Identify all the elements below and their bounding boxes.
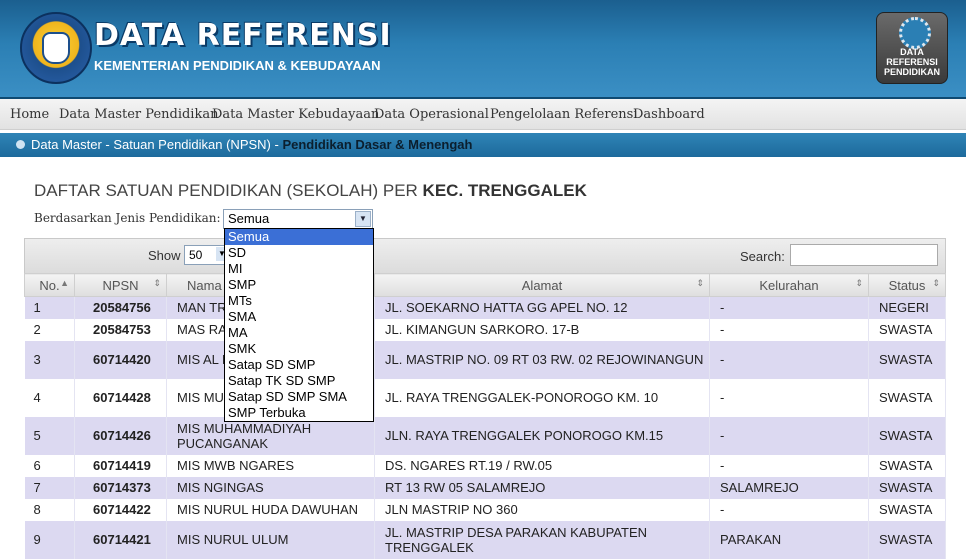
nav-data-master-kebudayaan[interactable]: Data Master Kebudayaan xyxy=(212,107,379,122)
main-nav: Home Data Master Pendidikan Data Master … xyxy=(0,99,966,130)
show-label: Show xyxy=(148,248,181,263)
col-header-npsn[interactable]: NPSN ⇕ xyxy=(74,273,167,297)
option-sd[interactable]: SD xyxy=(225,245,373,261)
table-row[interactable]: 6 60714419 MIS MWB NGARES DS. NGARES RT.19 … xyxy=(24,454,946,477)
sort-icon: ⇕ xyxy=(153,278,161,288)
col-header-alamat[interactable]: Alamat ⇕ xyxy=(374,273,710,297)
option-smk[interactable]: SMK xyxy=(225,341,373,357)
table-toolbar: Show 50 ▼ Search: xyxy=(24,238,946,273)
breadcrumb: Data Master - Satuan Pendidikan (NPSN) -… xyxy=(0,133,966,157)
col-header-kelurahan[interactable]: Kelurahan ⇕ xyxy=(709,273,869,297)
breadcrumb-current: Pendidikan Dasar & Menengah xyxy=(282,137,473,152)
option-satap-tk-sd-smp[interactable]: Satap TK SD SMP xyxy=(225,373,373,389)
sort-icon: ⇕ xyxy=(932,278,940,288)
jenis-pendidikan-select[interactable]: Semua ▼ xyxy=(223,209,373,229)
page-title: DAFTAR SATUAN PENDIDIKAN (SEKOLAH) PER K… xyxy=(34,181,587,200)
search-label: Search: xyxy=(740,249,785,264)
col-header-status[interactable]: Status ⇕ xyxy=(868,273,946,297)
site-title: DATA REFERENSI xyxy=(94,18,392,53)
option-semua[interactable]: Semua xyxy=(225,229,373,245)
option-mi[interactable]: MI xyxy=(225,261,373,277)
table-row[interactable]: 5 60714426 MIS MUHAMMADIYAH PUCANGANAK JLN.… xyxy=(24,416,946,455)
nav-home[interactable]: Home xyxy=(10,107,49,122)
gear-icon xyxy=(899,17,931,49)
option-satap-sd-smp-sma[interactable]: Satap SD SMP SMA xyxy=(225,389,373,405)
table-row[interactable]: 8 60714422 MIS NURUL HUDA DAWUHAN JLN MASTR… xyxy=(24,498,946,521)
data-referensi-badge[interactable]: DATA REFERENSI PENDIDIKAN xyxy=(876,12,948,84)
sort-icon: ⇕ xyxy=(696,278,704,288)
tut-wuri-handayani-logo xyxy=(20,12,92,84)
table-row[interactable]: 2 20584753 MAS RA JL. KIMANGUN SARKORO. 17-… xyxy=(24,318,946,341)
sort-icon: ⇕ xyxy=(855,278,863,288)
sekolah-table: No.▲ NPSN⇕ Nama⇕ Alamat⇕ Kelurahan⇕ Stat… xyxy=(24,273,946,559)
jenis-pendidikan-options: Semua SD MI SMP MTs SMA MA SMK Satap SD … xyxy=(224,228,374,422)
site-subtitle: KEMENTERIAN PENDIDIKAN & KEBUDAYAAN xyxy=(94,58,381,73)
breadcrumb-path: Data Master - Satuan Pendidikan (NPSN) - xyxy=(31,137,283,152)
search-input[interactable] xyxy=(790,244,938,266)
option-smp-terbuka[interactable]: SMP Terbuka xyxy=(225,405,373,421)
table-row[interactable]: 7 60714373 MIS NGINGAS RT 13 RW 05 SALAMREJ… xyxy=(24,476,946,499)
sort-asc-icon: ▲ xyxy=(60,278,69,288)
option-ma[interactable]: MA xyxy=(225,325,373,341)
bullet-icon xyxy=(16,140,25,149)
site-header: DATA REFERENSI KEMENTERIAN PENDIDIKAN & … xyxy=(0,0,966,99)
option-sma[interactable]: SMA xyxy=(225,309,373,325)
nav-data-master-pendidikan[interactable]: Data Master Pendidikan xyxy=(59,107,218,122)
nav-pengelolaan-referensi[interactable]: Pengelolaan Referensi xyxy=(490,107,638,122)
table-row[interactable]: 460714428MIS MU DERMOJL. RAYA TRENGGALEK… xyxy=(24,378,946,417)
nav-dashboard[interactable]: Dashboard xyxy=(633,107,705,122)
option-satap-sd-smp[interactable]: Satap SD SMP xyxy=(225,357,373,373)
chevron-down-icon[interactable]: ▼ xyxy=(355,211,371,227)
option-smp[interactable]: SMP xyxy=(225,277,373,293)
option-mts[interactable]: MTs xyxy=(225,293,373,309)
nav-data-operasional[interactable]: Data Operasional xyxy=(374,107,489,122)
badge-label: DATA REFERENSI PENDIDIKAN xyxy=(883,47,940,77)
filter-label: Berdasarkan Jenis Pendidikan: xyxy=(34,211,221,225)
table-row[interactable]: 3 60714420 MIS AL REJOW JL. MASTRIP NO. 09 … xyxy=(24,340,946,379)
table-row[interactable]: 1 20584756 MAN TR JL. SOEKARNO HATTA GG APE… xyxy=(24,296,946,319)
filter-selected-value: Semua xyxy=(228,211,270,226)
col-header-no[interactable]: No. ▲ xyxy=(24,273,75,297)
